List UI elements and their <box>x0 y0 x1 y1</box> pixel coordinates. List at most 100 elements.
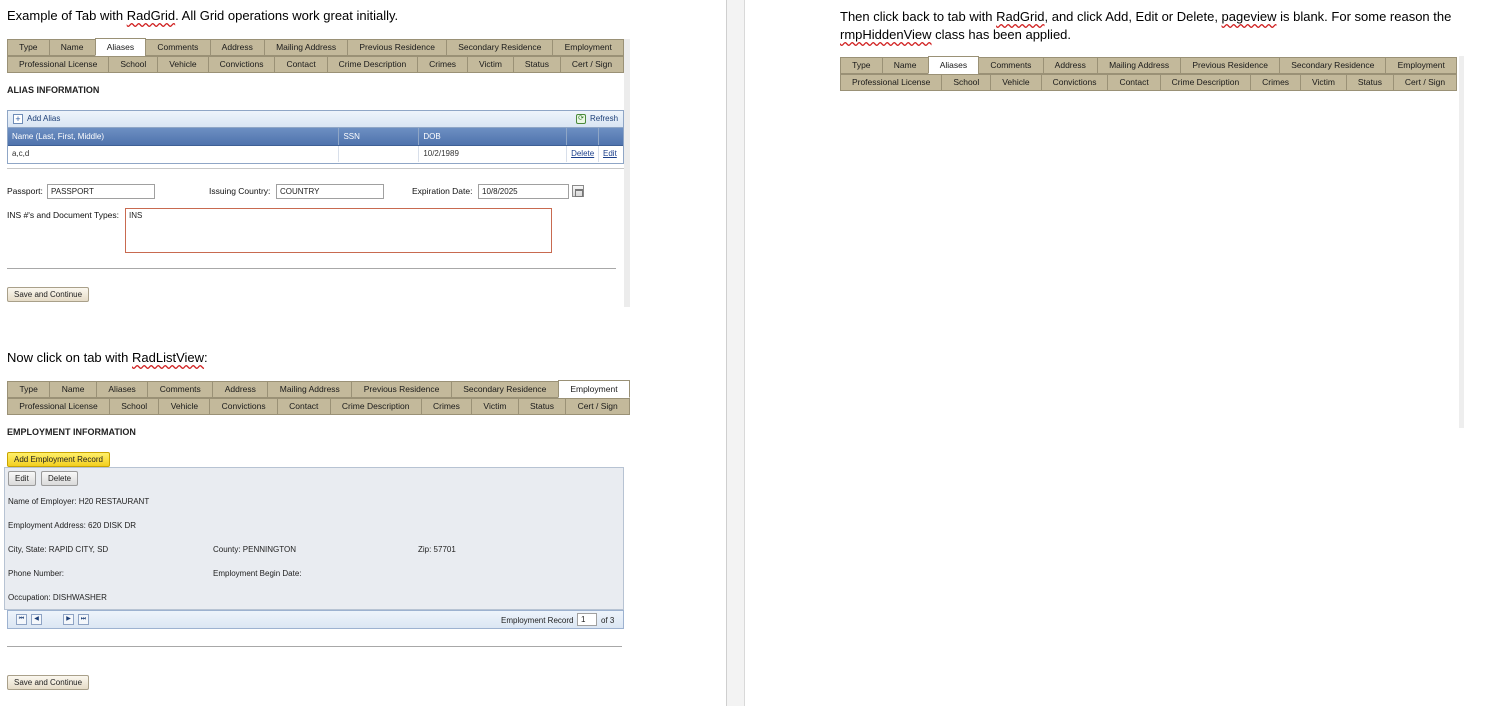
tab-aliases[interactable]: Aliases <box>927 56 980 74</box>
tab-crime-description[interactable]: Crime Description <box>1159 74 1252 91</box>
issuing-country-input[interactable] <box>276 184 384 199</box>
first-page-icon[interactable]: ⏮ <box>16 614 27 625</box>
tabstrip-1-row2: Professional License School Vehicle Conv… <box>7 56 625 73</box>
add-employment-record-button[interactable]: Add Employment Record <box>7 452 110 467</box>
tab-contact[interactable]: Contact <box>276 398 331 415</box>
delete-link[interactable]: Delete <box>571 149 594 158</box>
tab-victim[interactable]: Victim <box>467 56 514 73</box>
tab-professional-license[interactable]: Professional License <box>7 56 110 73</box>
last-page-icon[interactable]: ⏭ <box>78 614 89 625</box>
page-gutter <box>727 0 745 706</box>
plus-icon[interactable]: + <box>13 114 23 124</box>
tab-contact[interactable]: Contact <box>274 56 328 73</box>
tab-previous-residence[interactable]: Previous Residence <box>1180 57 1281 74</box>
tab-comments[interactable]: Comments <box>147 381 214 398</box>
add-alias-button[interactable]: Add Alias <box>27 114 60 123</box>
tab-secondary-residence[interactable]: Secondary Residence <box>1279 57 1387 74</box>
tab-status[interactable]: Status <box>1345 74 1394 91</box>
tab-victim[interactable]: Victim <box>471 398 519 415</box>
tab-vehicle[interactable]: Vehicle <box>158 398 211 415</box>
tab-aliases[interactable]: Aliases <box>95 381 149 398</box>
tab-convictions[interactable]: Convictions <box>207 56 276 73</box>
delete-button[interactable]: Delete <box>41 471 79 486</box>
tab-contact[interactable]: Contact <box>1107 74 1161 91</box>
tab-name[interactable]: Name <box>881 57 929 74</box>
tabstrip-1-row1: Type Name Aliases Comments Address Maili… <box>7 38 624 56</box>
cell-edit: Edit <box>599 146 623 162</box>
tab-status[interactable]: Status <box>512 56 561 73</box>
tab-address[interactable]: Address <box>209 39 265 56</box>
tab-vehicle[interactable]: Vehicle <box>990 74 1042 91</box>
tab-comments[interactable]: Comments <box>978 57 1044 74</box>
tab-school[interactable]: School <box>941 74 992 91</box>
heading-blank-pageview: Then click back to tab with RadGrid, and… <box>840 9 1452 42</box>
edit-link[interactable]: Edit <box>603 149 617 158</box>
column-header-edit <box>599 128 623 145</box>
tab-professional-license[interactable]: Professional License <box>840 74 943 91</box>
tab-comments[interactable]: Comments <box>145 39 211 56</box>
tab-secondary-residence[interactable]: Secondary Residence <box>450 381 559 398</box>
phone-number: Phone Number: <box>8 569 65 578</box>
tab-crime-description[interactable]: Crime Description <box>329 398 422 415</box>
employment-begin-date: Employment Begin Date: <box>213 569 302 578</box>
save-continue-button-2[interactable]: Save and Continue <box>7 675 90 690</box>
tab-professional-license[interactable]: Professional License <box>7 398 110 415</box>
cell-delete: Delete <box>567 146 600 162</box>
edit-button[interactable]: Edit <box>8 471 36 486</box>
tab-crimes[interactable]: Crimes <box>1250 74 1302 91</box>
tab-type[interactable]: Type <box>840 57 883 74</box>
tab-name[interactable]: Name <box>49 381 97 398</box>
tab-cert-sign[interactable]: Cert / Sign <box>565 398 630 415</box>
pager-label: Employment Record <box>501 616 574 625</box>
right-scrollbar[interactable] <box>1459 56 1464 428</box>
expiration-date-label: Expiration Date: <box>412 186 473 196</box>
tab-employment[interactable]: Employment <box>1385 57 1457 74</box>
tab-employment[interactable]: Employment <box>557 380 631 398</box>
pager-record-input[interactable] <box>577 613 597 626</box>
calendar-icon[interactable] <box>572 185 584 197</box>
alias-section-title: ALIAS INFORMATION <box>7 85 100 95</box>
refresh-icon[interactable]: ⟳ <box>576 114 586 124</box>
tab-cert-sign[interactable]: Cert / Sign <box>559 56 625 73</box>
pageview-scrollbar[interactable] <box>624 39 630 307</box>
tab-cert-sign[interactable]: Cert / Sign <box>1392 74 1458 91</box>
prev-page-icon[interactable]: ◀ <box>31 614 42 625</box>
employment-section-title: EMPLOYMENT INFORMATION <box>7 427 136 437</box>
next-page-icon[interactable]: ▶ <box>63 614 74 625</box>
tab-name[interactable]: Name <box>48 39 96 56</box>
tab-type[interactable]: Type <box>7 381 51 398</box>
tab-status[interactable]: Status <box>517 398 567 415</box>
refresh-button[interactable]: Refresh <box>590 114 618 123</box>
tab-school[interactable]: School <box>108 56 159 73</box>
column-header-ssn[interactable]: SSN <box>339 128 420 145</box>
tab-address[interactable]: Address <box>212 381 269 398</box>
column-header-dob[interactable]: DOB <box>419 128 568 145</box>
ins-label: INS #'s and Document Types: <box>7 210 120 220</box>
tab-employment[interactable]: Employment <box>552 39 624 56</box>
tab-school[interactable]: School <box>108 398 160 415</box>
tab-convictions[interactable]: Convictions <box>209 398 278 415</box>
tab-address[interactable]: Address <box>1042 57 1098 74</box>
tab-aliases[interactable]: Aliases <box>94 38 147 56</box>
tab-type[interactable]: Type <box>7 39 50 56</box>
expiration-date-input[interactable] <box>478 184 569 199</box>
tab-crimes[interactable]: Crimes <box>417 56 469 73</box>
tab-previous-residence[interactable]: Previous Residence <box>347 39 448 56</box>
tab-crimes[interactable]: Crimes <box>420 398 473 415</box>
save-continue-button[interactable]: Save and Continue <box>7 287 90 302</box>
tab-secondary-residence[interactable]: Secondary Residence <box>446 39 554 56</box>
column-header-name[interactable]: Name (Last, First, Middle) <box>8 128 340 145</box>
county: County: PENNINGTON <box>213 545 296 554</box>
tab-crime-description[interactable]: Crime Description <box>326 56 419 73</box>
tab-convictions[interactable]: Convictions <box>1040 74 1109 91</box>
tab-victim[interactable]: Victim <box>1300 74 1347 91</box>
tab-mailing-address[interactable]: Mailing Address <box>1096 57 1182 74</box>
tab-mailing-address[interactable]: Mailing Address <box>263 39 349 56</box>
tab-vehicle[interactable]: Vehicle <box>157 56 209 73</box>
ins-textarea[interactable]: INS <box>125 208 552 253</box>
passport-input[interactable] <box>47 184 155 199</box>
tabstrip-2-row2: Professional License School Vehicle Conv… <box>7 398 630 415</box>
grid-divider <box>7 168 624 169</box>
tab-previous-residence[interactable]: Previous Residence <box>351 381 452 398</box>
tab-mailing-address[interactable]: Mailing Address <box>267 381 353 398</box>
